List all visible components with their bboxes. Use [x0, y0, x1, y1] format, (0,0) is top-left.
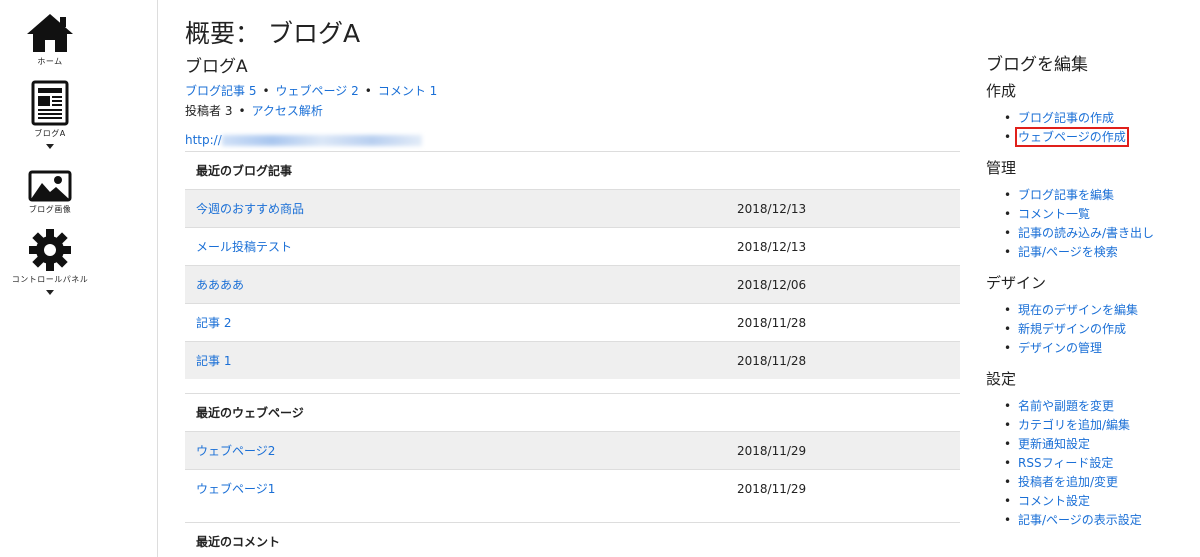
manage-group: 管理 ブログ記事を編集 コメント一覧 記事の読み込み/書き出し 記事/ページを検…: [986, 157, 1196, 262]
create-article-link[interactable]: ブログ記事の作成: [1018, 111, 1114, 125]
blurred-url: [221, 135, 422, 146]
nav-blog[interactable]: ブログA: [0, 80, 100, 149]
notification-settings-link[interactable]: 更新通知設定: [1018, 437, 1090, 451]
article-date: 2018/12/13: [737, 202, 807, 216]
chevron-down-icon[interactable]: [46, 290, 54, 295]
webpage-date: 2018/11/29: [737, 444, 807, 458]
image-icon: [28, 170, 72, 202]
rename-link[interactable]: 名前や副題を変更: [1018, 399, 1114, 413]
nav-images[interactable]: ブログ画像: [0, 170, 100, 215]
import-export-link[interactable]: 記事の読み込み/書き出し: [1018, 226, 1154, 240]
create-group: 作成 ブログ記事の作成 ウェブページの作成: [986, 80, 1196, 147]
table-row: 記事 1 2018/11/28: [185, 341, 960, 379]
article-date: 2018/11/28: [737, 316, 807, 330]
blog-url-link[interactable]: http://: [185, 133, 222, 147]
display-settings-link[interactable]: 記事/ページの表示設定: [1018, 513, 1142, 527]
category-link[interactable]: カテゴリを追加/編集: [1018, 418, 1130, 432]
table-row: 今週のおすすめ商品 2018/12/13: [185, 189, 960, 227]
blog-name: ブログA: [185, 57, 248, 77]
comments-count-link[interactable]: コメント 1: [378, 84, 437, 98]
webpage-link[interactable]: ウェブページ1: [196, 470, 275, 508]
posters-count: 投稿者 3: [185, 104, 233, 118]
article-date: 2018/12/06: [737, 278, 807, 292]
blog-stats-2: 投稿者 3 • アクセス解析: [185, 102, 323, 119]
manage-design-link[interactable]: デザインの管理: [1018, 341, 1102, 355]
blog-stats: ブログ記事 5 • ウェブページ 2 • コメント 1: [185, 82, 437, 99]
separator: •: [364, 84, 372, 98]
recent-webpages-section: 最近のウェブページ ウェブページ2 2018/11/29 ウェブページ1 201…: [185, 393, 960, 507]
nav-blog-label: ブログA: [34, 129, 66, 138]
design-group: デザイン 現在のデザインを編集 新規デザインの作成 デザインの管理: [986, 272, 1196, 358]
edit-design-link[interactable]: 現在のデザインを編集: [1018, 303, 1138, 317]
gear-icon: [29, 229, 71, 271]
home-icon: [27, 14, 73, 52]
sidebar: ホーム ブログA ブログ画像 コントロールパネル: [0, 0, 158, 557]
group-heading: デザイン: [986, 274, 1047, 292]
nav-images-label: ブログ画像: [28, 205, 72, 214]
article-link[interactable]: ああああ: [196, 266, 244, 304]
table-row: 記事 2 2018/11/28: [185, 303, 960, 341]
group-heading: 管理: [986, 159, 1017, 177]
section-header: 最近のウェブページ: [185, 393, 960, 431]
rss-settings-link[interactable]: RSSフィード設定: [1018, 456, 1113, 470]
blog-url[interactable]: http://: [185, 133, 422, 147]
nav-home-label: ホーム: [37, 57, 63, 66]
chevron-down-icon[interactable]: [46, 144, 54, 149]
comment-list-link[interactable]: コメント一覧: [1018, 207, 1090, 221]
nav-home[interactable]: ホーム: [0, 12, 100, 67]
article-date: 2018/11/28: [737, 354, 807, 368]
group-heading: 設定: [986, 370, 1017, 388]
section-header: 最近のコメント: [185, 522, 960, 557]
webpages-count-link[interactable]: ウェブページ 2: [276, 84, 359, 98]
nav-control-panel-label: コントロールパネル: [11, 275, 89, 284]
article-link[interactable]: 記事 2: [196, 304, 231, 342]
webpage-date: 2018/11/29: [737, 482, 807, 496]
table-row: ウェブページ2 2018/11/29: [185, 431, 960, 469]
group-heading: 作成: [986, 82, 1017, 100]
article-link[interactable]: メール投稿テスト: [196, 228, 292, 266]
search-pages-link[interactable]: 記事/ページを検索: [1018, 245, 1118, 259]
recent-comments-section: 最近のコメント: [185, 522, 960, 557]
edit-panel: ブログを編集 作成 ブログ記事の作成 ウェブページの作成 管理 ブログ記事を編集…: [986, 0, 1200, 557]
recent-articles-section: 最近のブログ記事 今週のおすすめ商品 2018/12/13 メール投稿テスト 2…: [185, 151, 960, 379]
separator: •: [238, 104, 246, 118]
article-link[interactable]: 今週のおすすめ商品: [196, 190, 304, 228]
article-link[interactable]: 記事 1: [196, 342, 231, 380]
create-webpage-link[interactable]: ウェブページの作成: [1015, 127, 1129, 147]
blog-icon: [31, 80, 69, 126]
analytics-link[interactable]: アクセス解析: [252, 104, 323, 118]
edit-panel-title: ブログを編集: [986, 55, 1088, 75]
table-row: ウェブページ1 2018/11/29: [185, 469, 960, 507]
comment-settings-link[interactable]: コメント設定: [1018, 494, 1090, 508]
section-header: 最近のブログ記事: [185, 151, 960, 189]
posters-link[interactable]: 投稿者を追加/変更: [1018, 475, 1118, 489]
page-title: 概要： ブログA: [185, 19, 361, 48]
articles-count-link[interactable]: ブログ記事 5: [185, 84, 256, 98]
nav-control-panel[interactable]: コントロールパネル: [0, 228, 100, 295]
table-row: メール投稿テスト 2018/12/13: [185, 227, 960, 265]
edit-articles-link[interactable]: ブログ記事を編集: [1018, 188, 1114, 202]
article-date: 2018/12/13: [737, 240, 807, 254]
main-content: 概要： ブログA ブログA ブログ記事 5 • ウェブページ 2 • コメント 1 投稿…: [185, 0, 960, 557]
settings-group: 設定 名前や副題を変更 カテゴリを追加/編集 更新通知設定 RSSフィード設定 …: [986, 368, 1196, 530]
new-design-link[interactable]: 新規デザインの作成: [1018, 322, 1126, 336]
separator: •: [262, 84, 270, 98]
webpage-link[interactable]: ウェブページ2: [196, 432, 275, 470]
table-row: ああああ 2018/12/06: [185, 265, 960, 303]
